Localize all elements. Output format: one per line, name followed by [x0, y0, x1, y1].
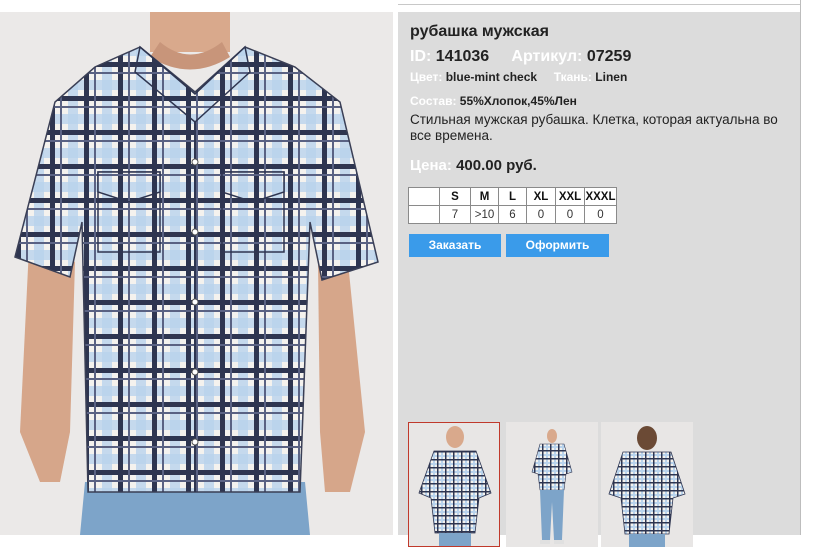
fabric-value: Linen [595, 70, 628, 84]
article-value: 07259 [586, 48, 632, 65]
size-stock-row: 7 >10 6 0 0 0 [408, 205, 617, 224]
order-button[interactable]: Заказать [409, 234, 501, 257]
checkout-button[interactable]: Оформить [506, 234, 609, 257]
color-fabric-row: Цвет: blue-mint check Ткань: Linen [410, 70, 627, 84]
size-header-empty [408, 187, 440, 206]
stock-xxxl: 0 [584, 205, 617, 224]
composition-value: 55%Хлопок,45%Лен [459, 94, 577, 108]
top-divider [398, 4, 801, 5]
stock-xxl: 0 [555, 205, 585, 224]
product-description: Стильная мужская рубашка. Клетка, котора… [410, 112, 778, 143]
size-header-l: L [498, 187, 527, 206]
id-label: ID: [410, 48, 432, 65]
scrollbar-track[interactable] [800, 0, 821, 535]
price-row: Цена: 400.00 руб. [410, 157, 537, 174]
size-header-row: S M L XL XXL XXXL [408, 187, 617, 206]
size-header-xl: XL [526, 187, 556, 206]
size-header-m: M [470, 187, 499, 206]
size-table: S M L XL XXL XXXL 7 >10 6 0 0 0 [408, 187, 617, 224]
thumbnail-back[interactable] [601, 422, 693, 547]
composition-label: Состав: [410, 94, 457, 108]
article-label: Артикул: [511, 48, 583, 65]
size-header-s: S [439, 187, 471, 206]
product-title: рубашка мужская [410, 23, 549, 40]
fabric-label: Ткань: [553, 70, 592, 84]
size-header-xxl: XXL [555, 187, 585, 206]
price-label: Цена: [410, 157, 452, 174]
thumbnail-front[interactable] [408, 422, 500, 547]
stock-s: 7 [439, 205, 471, 224]
stock-l: 6 [498, 205, 527, 224]
stock-m: >10 [470, 205, 499, 224]
color-label: Цвет: [410, 70, 443, 84]
id-value: 141036 [435, 48, 490, 65]
product-info-panel: рубашка мужская ID: 141036 Артикул: 0725… [398, 12, 800, 547]
composition-row: Состав: 55%Хлопок,45%Лен [410, 94, 577, 108]
price-value: 400.00 руб. [456, 157, 537, 174]
stock-xl: 0 [526, 205, 556, 224]
size-header-xxxl: XXXL [584, 187, 617, 206]
thumbnail-full-body[interactable] [506, 422, 598, 547]
color-value: blue-mint check [445, 70, 538, 84]
main-product-image [0, 12, 393, 535]
stock-empty [408, 205, 440, 224]
id-article-row: ID: 141036 Артикул: 07259 [410, 48, 631, 66]
